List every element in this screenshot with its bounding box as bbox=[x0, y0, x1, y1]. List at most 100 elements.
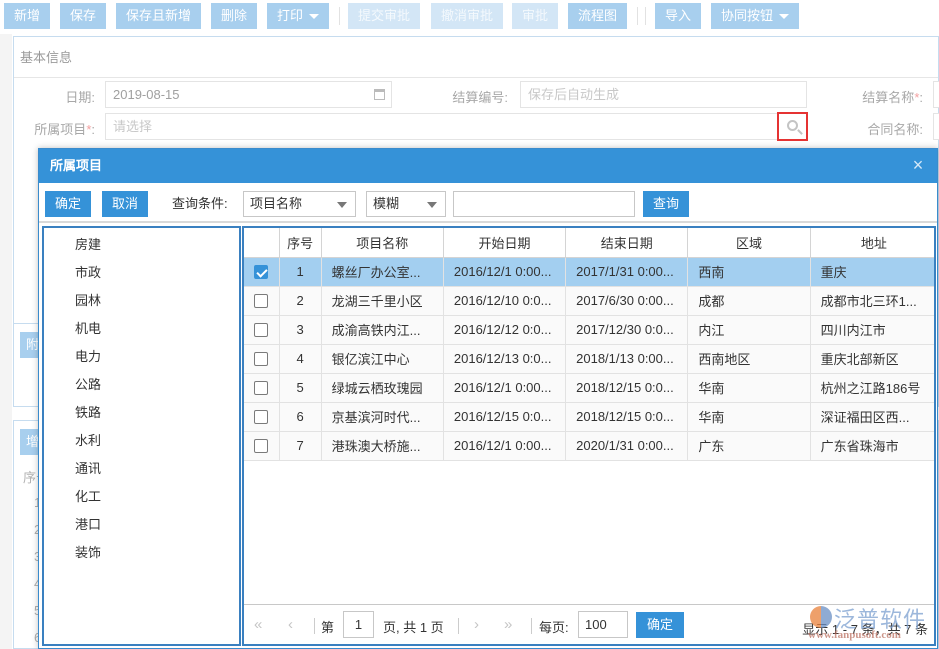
row-address: 四川内江市 bbox=[810, 315, 934, 345]
add-button-label: 新增 bbox=[14, 8, 41, 23]
collab-button[interactable]: 协同按钮 bbox=[711, 3, 800, 29]
table-row[interactable]: 3 成渝高铁内江... 2016/12/12 0:0... 2017/12/30 0:… bbox=[244, 315, 934, 345]
last-page-icon[interactable]: » bbox=[504, 617, 512, 632]
print-button[interactable]: 打印 bbox=[267, 3, 330, 29]
match-mode-select[interactable]: 模糊 bbox=[366, 191, 446, 217]
project-select-dialog: 所属项目 × 确定 取消 查询条件: 项目名称 模糊 查询 房建 市政 园林 机… bbox=[38, 148, 938, 649]
pager-confirm-button[interactable]: 确定 bbox=[636, 612, 685, 638]
settlement-name-label: 结算名称*: bbox=[845, 87, 923, 106]
row-checkbox-cell bbox=[244, 431, 280, 461]
col-header-name[interactable]: 项目名称 bbox=[321, 228, 444, 258]
tree-item[interactable]: 通讯 bbox=[75, 458, 101, 477]
col-header-start[interactable]: 开始日期 bbox=[443, 228, 567, 258]
confirm-button[interactable]: 确定 bbox=[45, 191, 92, 217]
per-page-input[interactable] bbox=[578, 611, 628, 638]
dropdown-arrow-icon bbox=[337, 202, 347, 208]
tree-item[interactable]: 园林 bbox=[75, 290, 101, 309]
row-project-name: 成渝高铁内江... bbox=[321, 315, 444, 345]
first-page-icon[interactable]: « bbox=[254, 617, 262, 632]
checkbox-icon[interactable] bbox=[254, 381, 269, 396]
code-field[interactable]: 保存后自动生成 bbox=[520, 81, 807, 108]
tree-item[interactable]: 铁路 bbox=[75, 402, 101, 421]
approve-button[interactable]: 审批 bbox=[512, 3, 559, 29]
col-header-check bbox=[244, 228, 280, 258]
row-address: 重庆 bbox=[810, 257, 934, 287]
settlement-name-text: 结算名称 bbox=[862, 90, 915, 105]
tree-item[interactable]: 化工 bbox=[75, 486, 101, 505]
page-input[interactable] bbox=[343, 611, 374, 638]
date-field[interactable]: 2019-08-15 bbox=[105, 81, 392, 108]
project-grid: 序号 项目名称 开始日期 结束日期 区域 地址 1 螺丝厂办公室... 2016/1… bbox=[242, 226, 936, 646]
dialog-toolbar: 确定 取消 查询条件: 项目名称 模糊 查询 bbox=[39, 183, 937, 223]
query-field-select[interactable]: 项目名称 bbox=[243, 191, 356, 217]
row-region: 华南 bbox=[687, 373, 811, 403]
row-region: 广东 bbox=[687, 431, 811, 461]
table-row[interactable]: 2 龙湖三千里小区 2016/12/10 0:0... 2017/6/30 0:00.… bbox=[244, 286, 934, 316]
next-page-icon[interactable]: › bbox=[474, 617, 479, 632]
tree-item[interactable]: 房建 bbox=[75, 234, 101, 253]
page-suffix: 页, 共 1 页 bbox=[383, 620, 444, 635]
row-project-name: 龙湖三千里小区 bbox=[321, 286, 444, 316]
col-header-num[interactable]: 序号 bbox=[279, 228, 322, 258]
checkbox-icon[interactable] bbox=[254, 439, 269, 454]
row-num: 4 bbox=[279, 344, 322, 374]
table-row[interactable]: 6 京基滨河时代... 2016/12/15 0:0... 2018/12/15 0:… bbox=[244, 402, 934, 432]
row-num: 1 bbox=[279, 257, 322, 287]
tree-item[interactable]: 机电 bbox=[75, 318, 101, 337]
col-header-address[interactable]: 地址 bbox=[810, 228, 934, 258]
col-header-region[interactable]: 区域 bbox=[687, 228, 811, 258]
cancel-button[interactable]: 取消 bbox=[102, 191, 149, 217]
pager-divider bbox=[314, 618, 315, 634]
delete-button[interactable]: 删除 bbox=[211, 3, 258, 29]
table-row[interactable]: 7 港珠澳大桥施... 2016/12/1 0:00... 2020/1/31 0:0… bbox=[244, 431, 934, 461]
contract-field[interactable] bbox=[933, 113, 939, 140]
settlement-name-field[interactable] bbox=[933, 81, 939, 108]
table-row[interactable]: 5 绿城云栖玫瑰园 2016/12/1 0:00... 2018/12/15 0:0.… bbox=[244, 373, 934, 403]
flowchart-button[interactable]: 流程图 bbox=[568, 3, 628, 29]
code-placeholder: 保存后自动生成 bbox=[528, 87, 620, 102]
row-project-name: 螺丝厂办公室... bbox=[321, 257, 444, 287]
colon: : bbox=[91, 122, 95, 137]
checkbox-icon[interactable] bbox=[254, 294, 269, 309]
tree-item[interactable]: 港口 bbox=[75, 514, 101, 533]
project-label: 所属项目*: bbox=[20, 119, 95, 138]
pager-divider bbox=[531, 618, 532, 634]
left-gutter bbox=[0, 34, 12, 649]
page-prefix: 第 bbox=[321, 620, 335, 635]
checkbox-icon[interactable] bbox=[254, 352, 269, 367]
table-row[interactable]: 4 银亿滨江中心 2016/12/13 0:0... 2018/1/13 0:00..… bbox=[244, 344, 934, 374]
tree-item[interactable]: 电力 bbox=[75, 346, 101, 365]
tree-item[interactable]: 装饰 bbox=[75, 542, 101, 561]
revoke-approval-button[interactable]: 撤消审批 bbox=[431, 3, 504, 29]
tree-item[interactable]: 市政 bbox=[75, 262, 101, 281]
table-row[interactable]: 1 螺丝厂办公室... 2016/12/1 0:00... 2017/1/31 0:0… bbox=[244, 257, 934, 287]
tree-item[interactable]: 公路 bbox=[75, 374, 101, 393]
submit-approval-button[interactable]: 提交审批 bbox=[348, 3, 421, 29]
category-tree: 房建 市政 园林 机电 电力 公路 铁路 水利 通讯 化工 港口 装饰 bbox=[42, 226, 241, 646]
checkbox-checked-icon[interactable] bbox=[254, 265, 269, 280]
calendar-icon[interactable] bbox=[374, 89, 385, 100]
checkbox-icon[interactable] bbox=[254, 323, 269, 338]
row-checkbox-cell bbox=[244, 402, 280, 432]
row-end-date: 2018/12/15 0:0... bbox=[565, 402, 689, 432]
search-button[interactable]: 查询 bbox=[643, 191, 690, 217]
date-label: 日期: bbox=[65, 90, 95, 105]
row-address: 深证福田区西... bbox=[810, 402, 934, 432]
row-project-name: 京基滨河时代... bbox=[321, 402, 444, 432]
checkbox-icon[interactable] bbox=[254, 410, 269, 425]
col-header-end[interactable]: 结束日期 bbox=[565, 228, 689, 258]
project-search-button[interactable] bbox=[777, 112, 808, 141]
import-button[interactable]: 导入 bbox=[655, 3, 702, 29]
add-button[interactable]: 新增 bbox=[4, 3, 51, 29]
per-page-label: 每页: bbox=[539, 620, 569, 635]
prev-page-icon[interactable]: ‹ bbox=[288, 617, 293, 632]
row-checkbox-cell bbox=[244, 315, 280, 345]
import-button-label: 导入 bbox=[665, 8, 692, 23]
section-title: 基本信息 bbox=[20, 50, 73, 65]
query-input[interactable] bbox=[453, 191, 635, 217]
close-icon[interactable]: × bbox=[909, 156, 927, 174]
save-and-add-button[interactable]: 保存且新增 bbox=[116, 3, 202, 29]
save-button[interactable]: 保存 bbox=[60, 3, 107, 29]
project-field[interactable]: 请选择 bbox=[105, 113, 807, 140]
tree-item[interactable]: 水利 bbox=[75, 430, 101, 449]
